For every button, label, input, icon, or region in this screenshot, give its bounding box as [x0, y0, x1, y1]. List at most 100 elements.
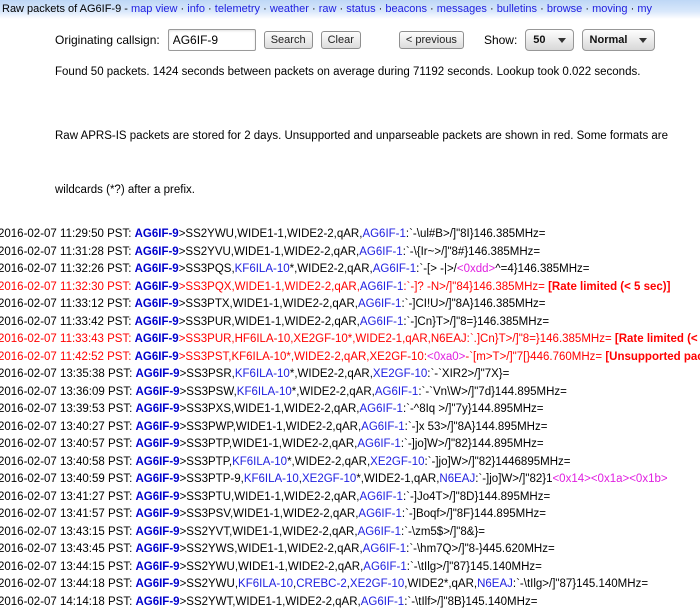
origin-callsign-link[interactable]: AG6IF-9	[135, 368, 179, 380]
packet-line: 2016-02-07 11:33:43 PST: AG6IF-9>SS3PUR,…	[0, 331, 700, 349]
origin-callsign-link[interactable]: AG6IF-9	[135, 333, 179, 345]
origin-callsign-link[interactable]: AG6IF-9	[135, 316, 179, 328]
nav-link-browse[interactable]: browse	[547, 3, 582, 15]
origin-callsign-link[interactable]: AG6IF-9	[135, 543, 179, 555]
nav-link-map-view[interactable]: map view	[131, 3, 177, 15]
callsign-link[interactable]: AG6IF-1	[361, 596, 404, 608]
callsign-link[interactable]: AG6IF-1	[360, 316, 403, 328]
packet-text: ,WIDE2*,qAR,	[404, 578, 477, 590]
callsign-link[interactable]: AG6IF-1	[358, 526, 401, 538]
packet-text: *,WIDE2-2,qAR,	[287, 456, 370, 468]
packet-timestamp: 2016-02-07 13:41:27 PST:	[0, 491, 135, 503]
nav-link-moving[interactable]: moving	[592, 3, 627, 15]
nav-link-bulletins[interactable]: bulletins	[497, 3, 537, 15]
display-mode-value: Normal	[590, 34, 628, 46]
packet-text: >SS3PSV,WIDE1-1,WIDE2-2,qAR,	[180, 508, 359, 520]
callsign-link[interactable]: KF6ILA-10	[237, 386, 292, 398]
search-button[interactable]: Search	[264, 31, 313, 49]
show-count-select[interactable]: 50	[525, 29, 573, 51]
callsign-link[interactable]: AG6IF-1	[359, 491, 402, 503]
packet-text: >SS3PTP-9,	[180, 473, 244, 485]
packet-line: 2016-02-07 13:44:18 PST: AG6IF-9>SS2YWU,…	[0, 576, 700, 594]
callsign-link[interactable]: AG6IF-1	[373, 263, 416, 275]
origin-callsign-link[interactable]: AG6IF-9	[135, 561, 179, 573]
callsign-link[interactable]: KF6ILA-10	[238, 578, 293, 590]
callsign-link[interactable]: AG6IF-1	[357, 438, 400, 450]
callsign-link[interactable]: CREBC-2	[296, 578, 346, 590]
origin-callsign-link[interactable]: AG6IF-9	[135, 263, 179, 275]
packet-text: :`-\zm5$>/]"8&}=	[401, 526, 485, 538]
callsign-link[interactable]: XE2GF-10	[370, 456, 424, 468]
origin-callsign-link[interactable]: AG6IF-9	[135, 281, 179, 293]
callsign-link[interactable]: AG6IF-1	[361, 421, 404, 433]
results-summary: Found 50 packets. 1424 seconds between p…	[55, 66, 700, 78]
callsign-input[interactable]	[168, 29, 256, 51]
packet-text: *,WIDE2-2,qAR,	[292, 386, 375, 398]
packet-text: >SS3PSR,	[180, 368, 235, 380]
packet-timestamp: 2016-02-07 11:42:52 PST:	[0, 351, 135, 363]
callsign-link[interactable]: AG6IF-1	[359, 246, 402, 258]
callsign-link[interactable]: AG6IF-1	[375, 386, 418, 398]
callsign-link[interactable]: AG6IF-1	[358, 298, 401, 310]
packet-timestamp: 2016-02-07 13:44:15 PST:	[0, 561, 135, 573]
nav-link-messages[interactable]: messages	[437, 3, 487, 15]
packet-timestamp: 2016-02-07 13:43:45 PST:	[0, 543, 135, 555]
origin-callsign-link[interactable]: AG6IF-9	[135, 491, 179, 503]
callsign-link[interactable]: AG6IF-1	[358, 508, 401, 520]
origin-callsign-link[interactable]: AG6IF-9	[135, 526, 179, 538]
origin-callsign-link[interactable]: AG6IF-9	[135, 246, 179, 258]
callsign-link[interactable]: XE2GF-10	[373, 368, 427, 380]
origin-callsign-link[interactable]: AG6IF-9	[135, 456, 179, 468]
packet-text: :`-]Boqf>/]"8F}144.895MHz=	[402, 508, 546, 520]
callsign-link[interactable]: KF6ILA-10	[235, 263, 290, 275]
packet-timestamp: 2016-02-07 13:40:59 PST:	[0, 473, 135, 485]
origin-callsign-link[interactable]: AG6IF-9	[135, 438, 179, 450]
origin-callsign-link[interactable]: AG6IF-9	[135, 578, 179, 590]
clear-button[interactable]: Clear	[321, 31, 361, 49]
packet-line: 2016-02-07 14:14:18 PST: AG6IF-9>SS2YWT,…	[0, 594, 700, 611]
display-mode-select[interactable]: Normal	[582, 29, 656, 51]
packet-line: 2016-02-07 11:31:28 PST: AG6IF-9>SS2YVU,…	[0, 244, 700, 262]
origin-callsign-link[interactable]: AG6IF-9	[135, 421, 179, 433]
nav-link-status[interactable]: status	[346, 3, 375, 15]
nav-link-my[interactable]: my	[637, 3, 652, 15]
origin-callsign-link[interactable]: AG6IF-9	[135, 403, 179, 415]
origin-callsign-link[interactable]: AG6IF-9	[135, 596, 179, 608]
nav-link-raw[interactable]: raw	[319, 3, 337, 15]
nav-link-info[interactable]: info	[187, 3, 205, 15]
callsign-link[interactable]: AG6IF-1	[360, 281, 403, 293]
error-badge: [Unsupported packet format]	[605, 351, 700, 363]
callsign-link[interactable]: AG6IF-1	[363, 543, 406, 555]
origin-callsign-link[interactable]: AG6IF-9	[135, 228, 179, 240]
callsign-link[interactable]: N6EAJ	[439, 473, 475, 485]
callsign-link[interactable]: KF6ILA-10	[244, 473, 299, 485]
callsign-link[interactable]: KF6ILA-10	[232, 456, 287, 468]
callsign-link[interactable]: XE2GF-10	[302, 473, 356, 485]
callsign-link[interactable]: XE2GF-10	[350, 578, 404, 590]
callsign-link[interactable]: N6EAJ	[477, 578, 513, 590]
callsign-link[interactable]: AG6IF-1	[359, 403, 402, 415]
packet-line: 2016-02-07 13:40:27 PST: AG6IF-9>SS3PWP,…	[0, 419, 700, 437]
nav-link-weather[interactable]: weather	[270, 3, 309, 15]
error-badge: [Rate limited (< 5 sec)]	[615, 333, 700, 345]
callsign-link[interactable]: KF6ILA-10	[235, 368, 290, 380]
origin-callsign-link[interactable]: AG6IF-9	[135, 473, 179, 485]
packet-line: 2016-02-07 11:32:26 PST: AG6IF-9>SS3PQS,…	[0, 261, 700, 279]
callsign-link[interactable]: AG6IF-1	[363, 561, 406, 573]
packet-timestamp: 2016-02-07 11:33:12 PST:	[0, 298, 135, 310]
nav-link-telemetry[interactable]: telemetry	[215, 3, 260, 15]
previous-button[interactable]: < previous	[399, 31, 464, 49]
packet-line: 2016-02-07 13:40:57 PST: AG6IF-9>SS3PTP,…	[0, 436, 700, 454]
packet-line: 2016-02-07 13:35:38 PST: AG6IF-9>SS3PSR,…	[0, 366, 700, 384]
nav-link-beacons[interactable]: beacons	[385, 3, 427, 15]
packet-line: 2016-02-07 11:29:50 PST: AG6IF-9>SS2YWU,…	[0, 226, 700, 244]
packet-text: :`-]jo]W>/]"82}1	[475, 473, 552, 485]
callsign-link[interactable]: AG6IF-1	[362, 228, 405, 240]
origin-callsign-link[interactable]: AG6IF-9	[135, 508, 179, 520]
packet-text: :`-`Vn\W>/]"7d}144.895MHz=	[418, 386, 567, 398]
origin-callsign-link[interactable]: AG6IF-9	[135, 386, 179, 398]
packet-timestamp: 2016-02-07 11:32:26 PST:	[0, 263, 135, 275]
packet-timestamp: 2016-02-07 13:40:27 PST:	[0, 421, 135, 433]
origin-callsign-link[interactable]: AG6IF-9	[135, 351, 179, 363]
origin-callsign-link[interactable]: AG6IF-9	[135, 298, 179, 310]
